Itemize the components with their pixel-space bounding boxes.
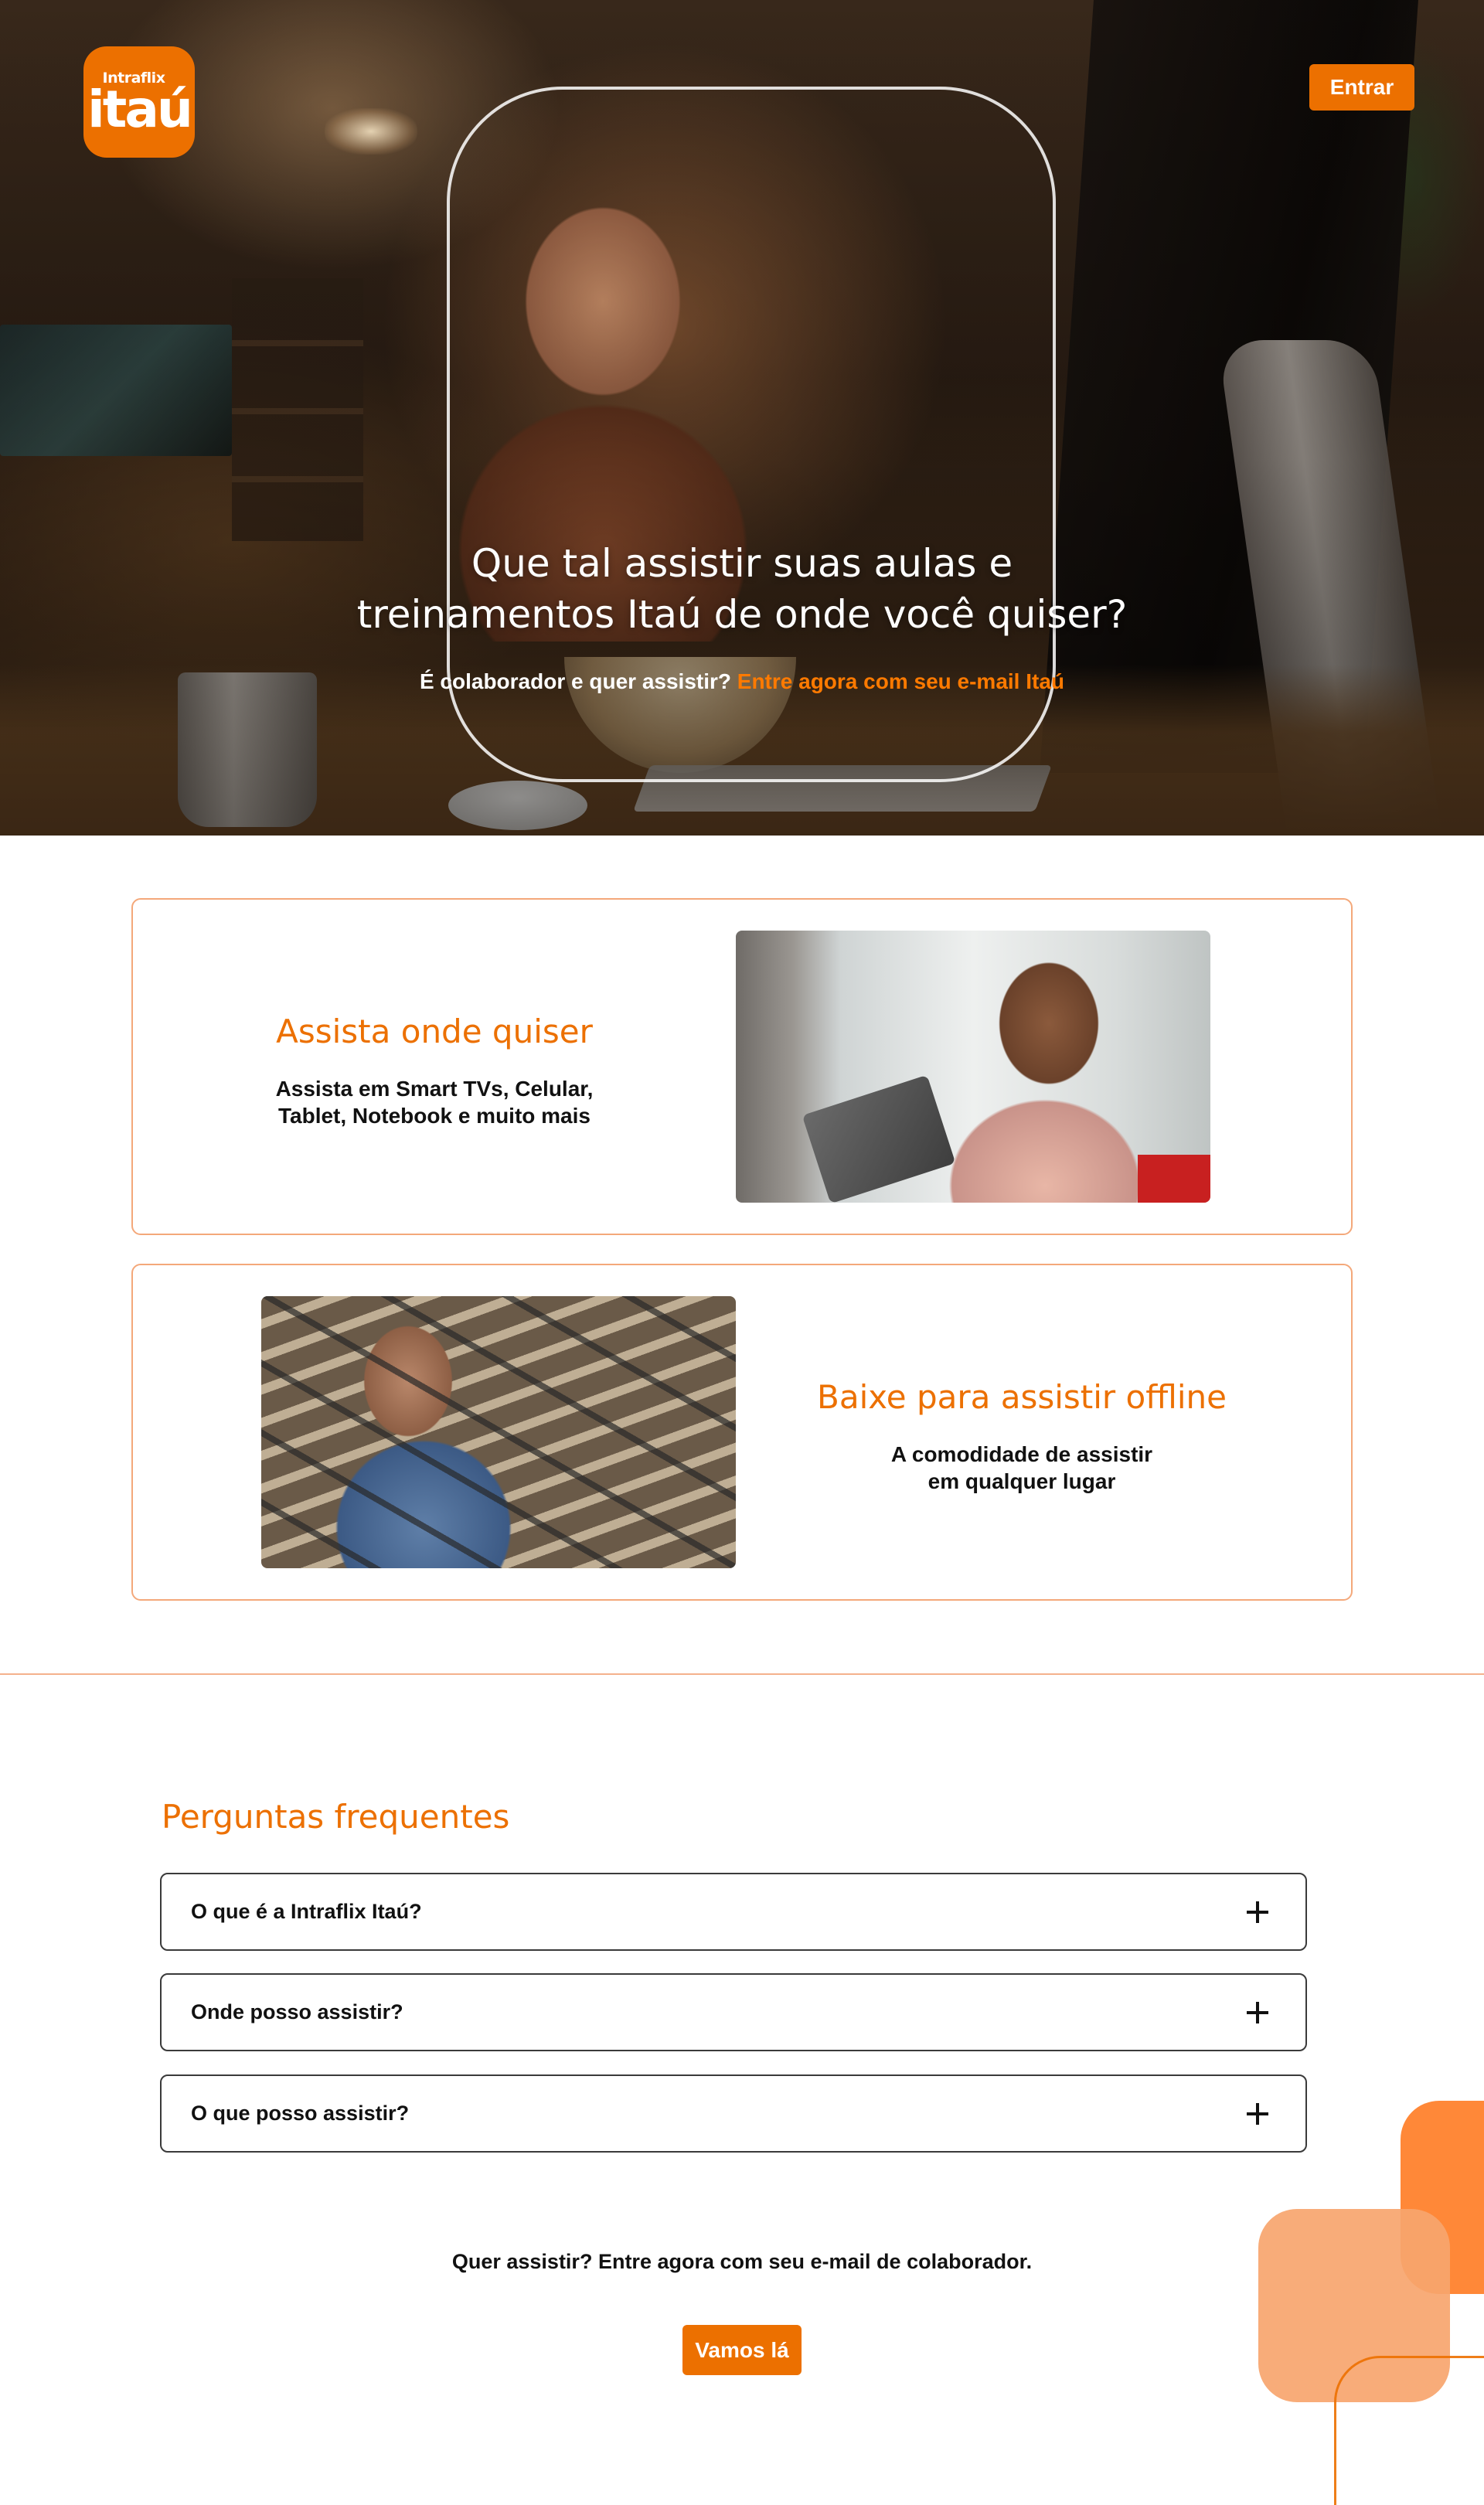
plus-icon[interactable] xyxy=(1247,2102,1268,2125)
feature-description-line-1: A comodidade de assistir xyxy=(890,1442,1153,1466)
enter-button[interactable]: Entrar xyxy=(1309,64,1414,111)
logo-big-text: itaú xyxy=(87,80,193,139)
feature-card-download-offline: Baixe para assistir offline A comodidade… xyxy=(131,1264,1353,1601)
photo-chair-shape xyxy=(1138,1155,1210,1203)
feature-description: A comodidade de assistir em qualquer lug… xyxy=(805,1441,1238,1495)
feature-text: Baixe para assistir offline A comodidade… xyxy=(805,1378,1238,1495)
cta-text: Quer assistir? Entre agora com seu e-mai… xyxy=(451,2250,1033,2273)
feature-card-watch-anywhere: Assista onde quiser Assista em Smart TVs… xyxy=(131,898,1353,1235)
hero-subtitle-prefix: É colaborador e quer assistir? xyxy=(419,669,731,693)
plus-icon[interactable] xyxy=(1247,1901,1268,1923)
faq-question: O que posso assistir? xyxy=(191,2102,410,2125)
intraflix-itau-logo[interactable]: Intraflix itaú xyxy=(83,46,195,158)
hero-title-line-1: Que tal assistir suas aulas e xyxy=(471,541,1013,586)
hero-title: Que tal assistir suas aulas e treinament… xyxy=(278,538,1206,640)
faq-item[interactable]: Onde posso assistir? xyxy=(160,1973,1307,2051)
feature-photo-woman-on-stairs xyxy=(261,1296,736,1568)
faq-item[interactable]: O que posso assistir? xyxy=(160,2074,1307,2153)
photo-tablet-shape xyxy=(802,1074,956,1203)
feature-photo-man-with-tablet xyxy=(736,931,1210,1203)
lets-go-button[interactable]: Vamos lá xyxy=(682,2325,802,2375)
feature-description-line-1: Assista em Smart TVs, Celular, xyxy=(275,1077,594,1101)
faq-question: O que é a Intraflix Itaú? xyxy=(191,1900,422,1923)
feature-text: Assista onde quiser Assista em Smart TVs… xyxy=(218,1013,651,1129)
hero-email-login-link[interactable]: Entre agora com seu e-mail Itaú xyxy=(737,669,1064,693)
hero-title-line-2: treinamentos Itaú de onde você quiser? xyxy=(356,592,1128,637)
feature-description: Assista em Smart TVs, Celular, Tablet, N… xyxy=(218,1075,651,1129)
faq-question: Onde posso assistir? xyxy=(191,2000,403,2023)
plus-icon[interactable] xyxy=(1247,2001,1268,2023)
section-divider xyxy=(0,1673,1484,1675)
feature-title: Assista onde quiser xyxy=(276,1013,593,1050)
feature-description-line-2: em qualquer lugar xyxy=(928,1469,1116,1493)
feature-description-line-2: Tablet, Notebook e muito mais xyxy=(278,1104,591,1128)
faq-title: Perguntas frequentes xyxy=(162,1798,510,1836)
feature-title: Baixe para assistir offline xyxy=(817,1378,1227,1416)
hero-subtitle: É colaborador e quer assistir? Entre ago… xyxy=(278,669,1206,694)
photo-railings-shape xyxy=(261,1296,736,1568)
hero-section: Intraflix itaú Entrar Que tal assistir s… xyxy=(0,0,1484,836)
faq-item[interactable]: O que é a Intraflix Itaú? xyxy=(160,1873,1307,1951)
decorative-outline-shape xyxy=(1334,2356,1484,2505)
